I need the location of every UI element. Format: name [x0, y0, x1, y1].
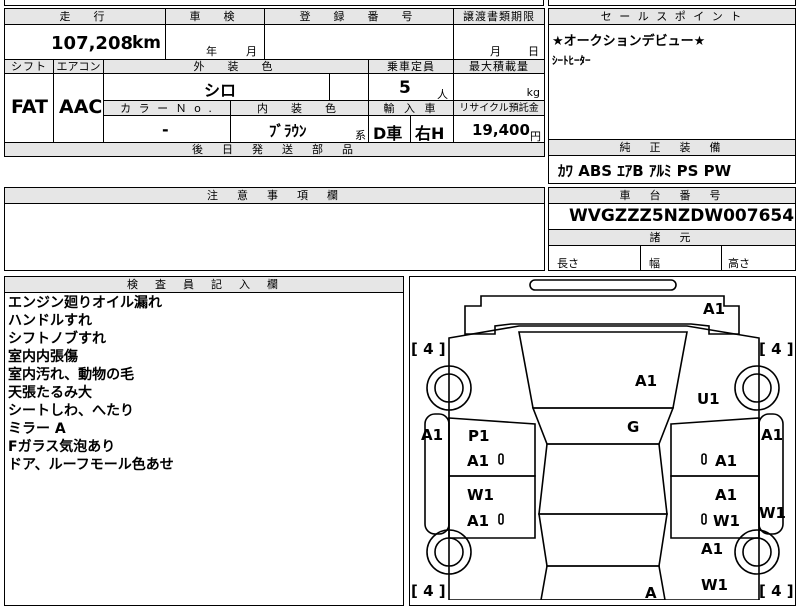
damage-mark-right-rear-upper: A1	[701, 540, 724, 558]
inspector-note: ドア、ルーフモール色あせ	[8, 457, 174, 473]
max-load-cell: kg	[453, 73, 545, 101]
transfer-day-label: 日	[528, 45, 539, 58]
damage-mark-rear: A	[645, 584, 657, 602]
steering-cell: 右H	[410, 115, 454, 143]
exterior-color-value: シロ	[204, 81, 237, 100]
transfer-month-label: 月	[490, 45, 501, 58]
interior-color-header: 内 装 色	[230, 100, 369, 116]
capacity-value: 5	[399, 78, 411, 98]
equipment-header: 純 正 装 備	[548, 139, 796, 156]
exterior-color-extra-cell	[329, 73, 369, 101]
sales-point-header: セ ー ル ス ポ イ ン ト	[548, 8, 796, 25]
mileage-cell: 107,208 km	[4, 24, 166, 60]
damage-mark-windshield: G	[627, 418, 640, 436]
length-cell: 長さ	[548, 245, 641, 271]
aircon-header: エアコン	[53, 59, 104, 74]
equipment-value: ｶﾜ ABS ｴｱB ｱﾙﾐ PS PW	[558, 162, 732, 180]
steering-value: 右H	[415, 124, 445, 143]
chassis-number-header: 車 台 番 号	[548, 187, 796, 204]
damage-mark-right-quarter: W1	[759, 504, 786, 522]
capacity-header: 乗車定員	[368, 59, 454, 74]
damage-mark-right-front-fender: U1	[697, 390, 720, 408]
inspector-note: シートしわ、へたり	[8, 403, 134, 419]
sales-header-strip	[548, 0, 796, 6]
mileage-value: 107,208	[51, 33, 133, 54]
color-no-cell: -	[103, 115, 231, 143]
color-no-value: -	[162, 120, 169, 139]
diagram-labels: [ 4 ] [ 4 ] [ 4 ] [ 4 ] A1 A1 U1 G A1 A1…	[409, 276, 796, 602]
max-load-header: 最大積載量	[453, 59, 545, 74]
damage-mark-right-rear-lower: W1	[701, 576, 728, 594]
sales-point-line-1: ★オークションデビュー★	[552, 34, 706, 49]
damage-mark-right-side: A1	[761, 426, 784, 444]
length-label: 長さ	[557, 257, 579, 270]
damage-mark-left-pillar: P1	[468, 427, 490, 445]
damage-mark-left-front-door: A1	[467, 452, 490, 470]
recycle-deposit-value: 19,400	[472, 121, 530, 139]
mileage-unit: km	[131, 33, 161, 53]
sales-point-box	[548, 8, 796, 140]
recycle-deposit-cell: 19,400 円	[453, 115, 545, 143]
aircon-value: AAC	[59, 96, 103, 118]
tyre-front-right: [ 4 ]	[759, 340, 794, 358]
inspector-note: ハンドルすれ	[8, 313, 92, 329]
import-type-cell: D車	[368, 115, 411, 143]
inspection-cell: 年 月	[165, 24, 265, 60]
inspector-note: 室内汚れ、動物の毛	[8, 367, 135, 383]
import-type-value: D車	[373, 124, 403, 143]
recycle-deposit-header: リサイクル預託金	[453, 100, 545, 116]
sales-point-line-2: ｼｰﾄﾋｰﾀｰ	[552, 54, 591, 67]
dimensions-header: 諸 元	[548, 229, 796, 246]
inspector-note: 天張たるみ大	[8, 385, 92, 401]
interior-color-value: ﾌﾞﾗｳﾝ	[269, 122, 307, 140]
tyre-front-left: [ 4 ]	[411, 340, 446, 358]
inspector-notes-list: エンジン廻りオイル漏れ ハンドルすれ シフトノブすれ 室内内張傷 室内汚れ、動物…	[8, 294, 174, 474]
damage-mark-left-rear-door: A1	[467, 512, 490, 530]
chassis-number-value: WVGZZZ5NZDW007654	[569, 206, 795, 226]
inspector-note: 室内内張傷	[8, 349, 78, 365]
inspection-header: 車 検	[165, 8, 265, 25]
height-label: 高さ	[728, 257, 750, 270]
width-label: 幅	[649, 257, 660, 270]
transfer-deadline-header: 譲渡書類期限	[453, 8, 545, 25]
interior-color-suffix: 系	[355, 129, 366, 142]
tyre-rear-left: [ 4 ]	[411, 582, 446, 600]
shift-cell: FAT	[4, 73, 54, 143]
inspection-month-label: 月	[246, 45, 257, 58]
damage-mark-left-rear-door-top: W1	[467, 486, 494, 504]
damage-mark-front-bumper: A1	[703, 300, 726, 318]
transfer-deadline-cell: 月 日	[453, 24, 545, 60]
exterior-color-cell: シロ	[103, 73, 330, 101]
damage-mark-right-rear-door: W1	[713, 512, 740, 530]
inspection-year-label: 年	[206, 45, 217, 58]
color-no-header: カ ラ ー Ｎ o .	[103, 100, 231, 116]
damage-mark-right-front-door: A1	[715, 452, 738, 470]
width-cell: 幅	[640, 245, 722, 271]
damage-mark-bonnet: A1	[635, 372, 658, 390]
max-load-unit: kg	[526, 86, 540, 99]
inspector-note: エンジン廻りオイル漏れ	[8, 295, 162, 311]
registration-header: 登 録 番 号	[264, 8, 454, 25]
interior-color-cell: ﾌﾞﾗｳﾝ 系	[230, 115, 369, 143]
tyre-rear-right: [ 4 ]	[759, 582, 794, 600]
damage-mark-left-side: A1	[421, 426, 444, 444]
mileage-header: 走 行	[4, 8, 166, 25]
shift-value: FAT	[11, 96, 48, 118]
later-shipping-header: 後 日 発 送 部 品	[4, 142, 545, 157]
shift-header: シフト	[4, 59, 54, 74]
inspector-note: ミラー A	[8, 421, 66, 437]
inspector-note: Fガラス気泡あり	[8, 439, 116, 455]
capacity-cell: 5 人	[368, 73, 454, 101]
exterior-color-header: 外 装 色	[103, 59, 369, 74]
registration-cell	[264, 24, 454, 60]
aircon-cell: AAC	[53, 73, 104, 143]
top-header-strip	[4, 0, 544, 6]
import-header: 輸 入 車	[368, 100, 454, 116]
height-cell: 高さ	[721, 245, 796, 271]
inspector-note: シフトノブすれ	[8, 331, 106, 347]
inspector-header: 検 査 員 記 入 欄	[4, 276, 404, 293]
notes-header: 注 意 事 項 欄	[4, 187, 545, 204]
damage-mark-right-rear-door-top: A1	[715, 486, 738, 504]
